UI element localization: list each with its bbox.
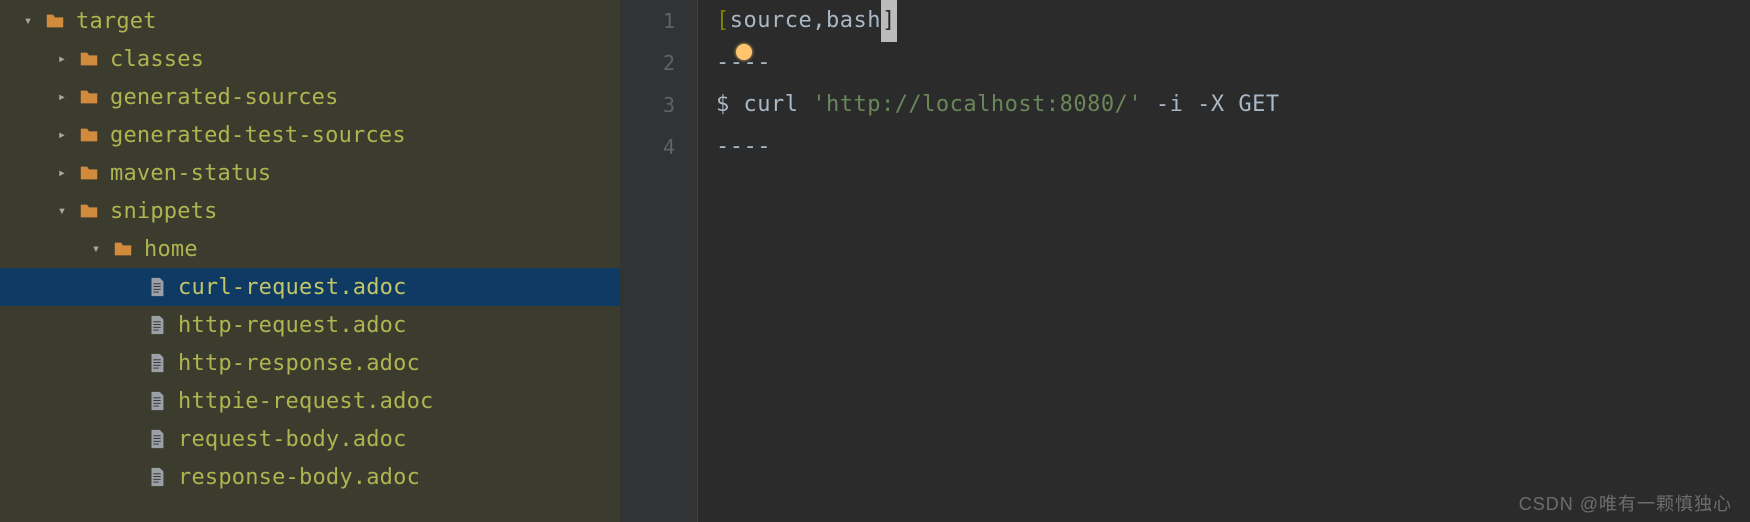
tree-folder[interactable]: ▸ classes bbox=[0, 40, 620, 78]
tree-file[interactable]: http-response.adoc bbox=[0, 344, 620, 382]
tree-file[interactable]: request-body.adoc bbox=[0, 420, 620, 458]
project-tree: ▾ target ▸ classes ▸ generated-sources ▸ genera… bbox=[0, 0, 620, 522]
editor-gutter: 1 2 3 4 bbox=[620, 0, 698, 522]
code-text: $ curl bbox=[716, 92, 812, 117]
tree-folder[interactable]: ▾ home bbox=[0, 230, 620, 268]
gutter-line-number: 1 bbox=[620, 0, 697, 42]
bracket-open: [ bbox=[716, 8, 730, 33]
file-icon bbox=[146, 276, 168, 298]
folder-icon bbox=[78, 124, 100, 146]
tree-folder[interactable]: ▾ snippets bbox=[0, 192, 620, 230]
code-text: -i -X GET bbox=[1142, 92, 1279, 117]
tree-file[interactable]: http-request.adoc bbox=[0, 306, 620, 344]
chevron-right-icon[interactable]: ▸ bbox=[52, 89, 72, 105]
folder-icon bbox=[78, 200, 100, 222]
chevron-down-icon[interactable]: ▾ bbox=[52, 203, 72, 219]
folder-icon bbox=[78, 162, 100, 184]
tree-item-label: maven-status bbox=[110, 161, 271, 186]
chevron-down-icon[interactable]: ▾ bbox=[18, 13, 38, 29]
folder-icon bbox=[44, 10, 66, 32]
code-string: 'http://localhost:8080/' bbox=[812, 92, 1142, 117]
code-line: $ curl 'http://localhost:8080/' -i -X GE… bbox=[716, 84, 1750, 126]
tree-item-label: generated-test-sources bbox=[110, 123, 406, 148]
tree-item-label: target bbox=[76, 9, 157, 34]
editor-content[interactable]: [source,bash] ---- $ curl 'http://localh… bbox=[698, 0, 1750, 522]
tree-item-label: httpie-request.adoc bbox=[178, 389, 433, 414]
tree-item-label: generated-sources bbox=[110, 85, 339, 110]
tree-item-label: curl-request.adoc bbox=[178, 275, 407, 300]
file-icon bbox=[146, 390, 168, 412]
tree-item-label: http-request.adoc bbox=[178, 313, 407, 338]
tree-file[interactable]: httpie-request.adoc bbox=[0, 382, 620, 420]
code-line: [source,bash] bbox=[716, 0, 1750, 42]
lightbulb-icon[interactable] bbox=[736, 44, 752, 60]
tree-item-label: snippets bbox=[110, 199, 218, 224]
bracket-close-caret: ] bbox=[881, 0, 897, 42]
tree-folder[interactable]: ▸ generated-sources bbox=[0, 78, 620, 116]
file-icon bbox=[146, 352, 168, 374]
tree-item-label: request-body.adoc bbox=[178, 427, 407, 452]
file-icon bbox=[146, 428, 168, 450]
folder-icon bbox=[112, 238, 134, 260]
chevron-right-icon[interactable]: ▸ bbox=[52, 51, 72, 67]
tree-item-label: http-response.adoc bbox=[178, 351, 420, 376]
watermark-text: CSDN @唯有一颗慎独心 bbox=[1519, 490, 1732, 516]
tree-folder[interactable]: ▾ target bbox=[0, 2, 620, 40]
gutter-line-number: 3 bbox=[620, 84, 697, 126]
tree-item-label: home bbox=[144, 237, 198, 262]
folder-icon bbox=[78, 48, 100, 70]
tree-file[interactable]: curl-request.adoc bbox=[0, 268, 620, 306]
code-text: source,bash bbox=[730, 8, 881, 33]
gutter-line-number: 4 bbox=[620, 126, 697, 168]
tree-folder[interactable]: ▸ generated-test-sources bbox=[0, 116, 620, 154]
tree-item-label: classes bbox=[110, 47, 204, 72]
gutter-line-number: 2 bbox=[620, 42, 697, 84]
chevron-down-icon[interactable]: ▾ bbox=[86, 241, 106, 257]
tree-file[interactable]: response-body.adoc bbox=[0, 458, 620, 496]
code-line: ---- bbox=[716, 42, 1750, 84]
editor-area: 1 2 3 4 [source,bash] ---- $ curl 'http:… bbox=[620, 0, 1750, 522]
file-icon bbox=[146, 314, 168, 336]
tree-item-label: response-body.adoc bbox=[178, 465, 420, 490]
folder-icon bbox=[78, 86, 100, 108]
code-line: ---- bbox=[716, 126, 1750, 168]
chevron-right-icon[interactable]: ▸ bbox=[52, 127, 72, 143]
chevron-right-icon[interactable]: ▸ bbox=[52, 165, 72, 181]
file-icon bbox=[146, 466, 168, 488]
tree-folder[interactable]: ▸ maven-status bbox=[0, 154, 620, 192]
code-text: ---- bbox=[716, 134, 771, 159]
